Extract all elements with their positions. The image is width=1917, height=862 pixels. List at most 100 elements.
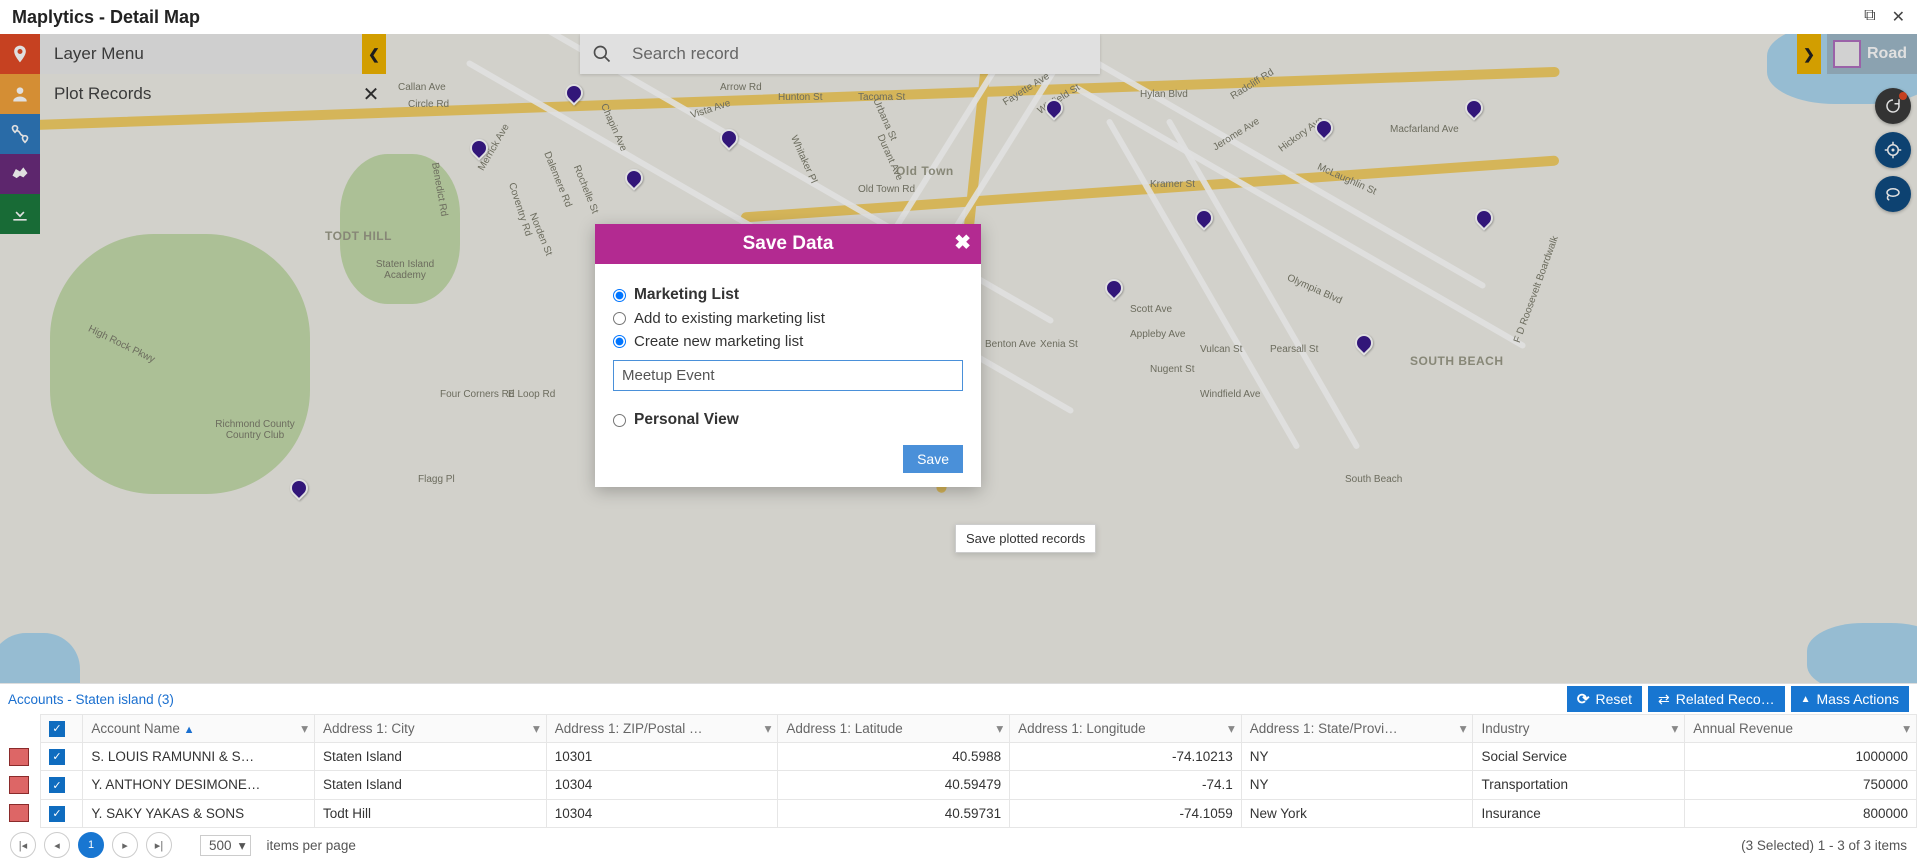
title-bar: Maplytics - Detail Map ⧉ ✕ [0, 0, 1917, 34]
cell: New York [1241, 799, 1473, 827]
cell: 750000 [1685, 771, 1917, 799]
col-label: Address 1: State/Provi… [1250, 721, 1398, 736]
popout-icon[interactable]: ⧉ [1864, 7, 1875, 27]
save-button[interactable]: Save [903, 445, 963, 473]
col-city[interactable]: Address 1: City ▾ [315, 715, 547, 743]
col-label: Address 1: ZIP/Postal … [555, 721, 703, 736]
cell: 40.59479 [778, 771, 1010, 799]
cell: -74.10213 [1010, 743, 1242, 771]
cell: 10304 [546, 799, 778, 827]
sort-asc-icon: ▲ [184, 724, 195, 736]
row-checkbox[interactable]: ✓ [49, 806, 65, 822]
row-checkbox[interactable]: ✓ [49, 749, 65, 765]
cell: Social Service [1473, 743, 1685, 771]
radio-label: Add to existing marketing list [634, 310, 825, 327]
col-lon[interactable]: Address 1: Longitude ▾ [1010, 715, 1242, 743]
pager-prev[interactable]: ◂ [44, 832, 70, 858]
cell: Y. ANTHONY DESIMONE… [83, 771, 315, 799]
grid-title-link[interactable]: Accounts - Staten island (3) [8, 692, 1557, 707]
cell: 1000000 [1685, 743, 1917, 771]
filter-icon[interactable]: ▾ [1228, 721, 1235, 737]
select-all-header[interactable]: ✓ [41, 715, 83, 743]
swap-icon [1658, 691, 1670, 708]
map-area: TODT HILL Old Town SOUTH BEACH South Bea… [0, 34, 1917, 683]
filter-icon[interactable]: ▾ [301, 721, 308, 737]
page-size-select[interactable]: 500 [200, 835, 251, 856]
new-list-name-input[interactable] [613, 360, 963, 391]
cell: NY [1241, 771, 1473, 799]
col-label: Annual Revenue [1693, 721, 1793, 736]
cell: Insurance [1473, 799, 1685, 827]
cell: 10304 [546, 771, 778, 799]
btn-label: Reset [1595, 691, 1632, 707]
row-bulk-icon[interactable] [0, 800, 40, 828]
modal-title: Save Data [743, 233, 834, 255]
col-label: Address 1: Latitude [786, 721, 902, 736]
col-account-name[interactable]: Account Name ▲ ▾ [83, 715, 315, 743]
pager-current[interactable]: 1 [78, 832, 104, 858]
modal-header: Save Data ✖ [595, 224, 981, 264]
row-bulk-icon[interactable] [0, 772, 40, 800]
filter-icon[interactable]: ▾ [533, 721, 540, 737]
col-industry[interactable]: Industry ▾ [1473, 715, 1685, 743]
save-tooltip: Save plotted records [955, 524, 1096, 553]
row-checkbox[interactable]: ✓ [49, 777, 65, 793]
mass-actions-button[interactable]: Mass Actions [1791, 686, 1909, 712]
pager-summary: (3 Selected) 1 - 3 of 3 items [1741, 838, 1907, 853]
modal-close-icon[interactable]: ✖ [954, 230, 971, 255]
radio-label: Personal View [634, 411, 739, 429]
grid-header-row: ✓ Account Name ▲ ▾ Address 1: City ▾ Addre… [41, 715, 1917, 743]
app-title: Maplytics - Detail Map [12, 7, 200, 28]
radio-label: Marketing List [634, 286, 739, 304]
cell: 40.5988 [778, 743, 1010, 771]
radio-personal-view[interactable]: Personal View [613, 411, 963, 429]
save-data-modal: Save Data ✖ Marketing List Add to existi… [595, 224, 981, 487]
col-lat[interactable]: Address 1: Latitude ▾ [778, 715, 1010, 743]
data-grid: ✓ Account Name ▲ ▾ Address 1: City ▾ Addre… [40, 714, 1917, 828]
btn-label: Related Reco… [1676, 691, 1775, 707]
table-row[interactable]: ✓ Y. SAKY YAKAS & SONS Todt Hill 10304 4… [41, 799, 1917, 827]
col-label: Industry [1481, 721, 1529, 736]
filter-icon[interactable]: ▾ [765, 721, 772, 737]
cell: NY [1241, 743, 1473, 771]
filter-icon[interactable]: ▾ [996, 721, 1003, 737]
pager-first[interactable]: |◂ [10, 832, 36, 858]
col-revenue[interactable]: Annual Revenue ▾ [1685, 715, 1917, 743]
radio-marketing-list[interactable]: Marketing List [613, 286, 963, 304]
table-row[interactable]: ✓ Y. ANTHONY DESIMONE… Staten Island 103… [41, 771, 1917, 799]
col-label: Address 1: City [323, 721, 415, 736]
radio-add-existing[interactable]: Add to existing marketing list [613, 310, 963, 327]
cell: Todt Hill [315, 799, 547, 827]
cell: -74.1 [1010, 771, 1242, 799]
filter-icon[interactable]: ▾ [1671, 721, 1678, 737]
cell: S. LOUIS RAMUNNI & S… [83, 743, 315, 771]
radio-label: Create new marketing list [634, 333, 803, 350]
close-window-icon[interactable]: ✕ [1892, 7, 1905, 27]
cell: Staten Island [315, 743, 547, 771]
pager: |◂ ◂ 1 ▸ ▸| 500 items per page (3 Select… [0, 828, 1917, 862]
reset-icon [1577, 690, 1590, 708]
related-records-button[interactable]: Related Reco… [1648, 686, 1785, 712]
reset-button[interactable]: Reset [1567, 686, 1642, 712]
grid-area: Accounts - Staten island (3) Reset Relat… [0, 683, 1917, 862]
cell: 40.59731 [778, 799, 1010, 827]
radio-create-new[interactable]: Create new marketing list [613, 333, 963, 350]
filter-icon[interactable]: ▾ [1460, 721, 1467, 737]
cell: 10301 [546, 743, 778, 771]
col-zip[interactable]: Address 1: ZIP/Postal … ▾ [546, 715, 778, 743]
filter-icon[interactable]: ▾ [1903, 721, 1910, 737]
col-state[interactable]: Address 1: State/Provi… ▾ [1241, 715, 1473, 743]
col-label: Account Name [91, 721, 180, 736]
row-action-column [0, 714, 40, 828]
table-row[interactable]: ✓ S. LOUIS RAMUNNI & S… Staten Island 10… [41, 743, 1917, 771]
cell: Transportation [1473, 771, 1685, 799]
cell: 800000 [1685, 799, 1917, 827]
pager-next[interactable]: ▸ [112, 832, 138, 858]
row-bulk-icon[interactable] [0, 744, 40, 772]
col-label: Address 1: Longitude [1018, 721, 1146, 736]
cell: Staten Island [315, 771, 547, 799]
pager-last[interactable]: ▸| [146, 832, 172, 858]
per-page-label: items per page [267, 838, 356, 853]
cell: Y. SAKY YAKAS & SONS [83, 799, 315, 827]
btn-label: Mass Actions [1817, 691, 1899, 707]
